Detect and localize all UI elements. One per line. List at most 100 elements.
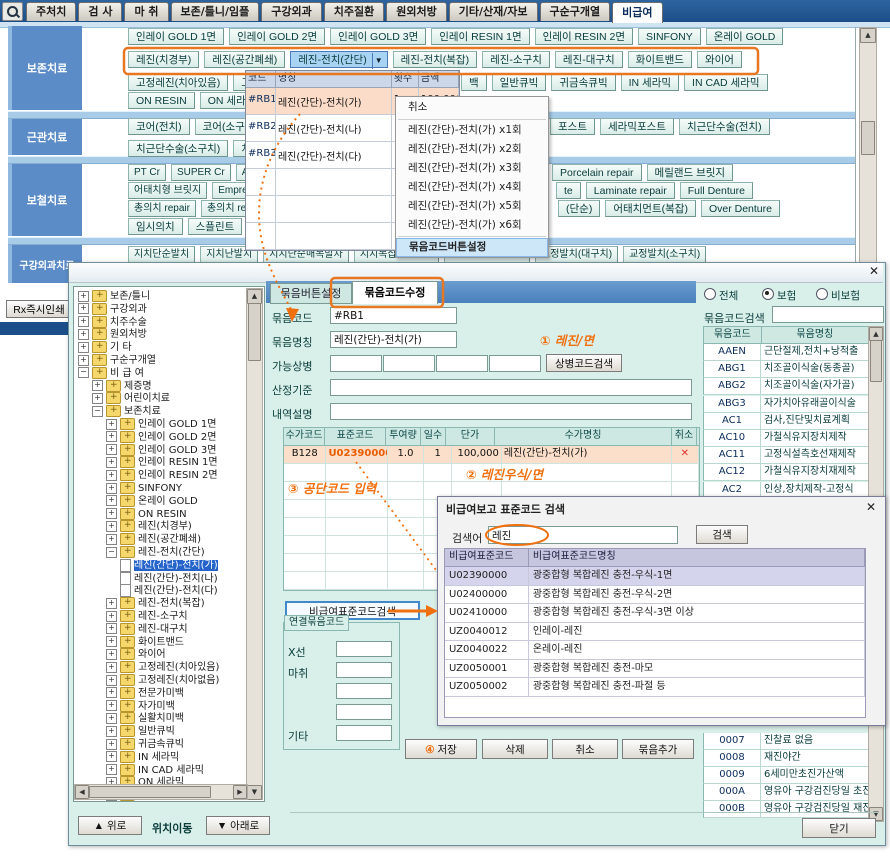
tree-item[interactable]: +와이어 [106,648,166,661]
move-down-button[interactable]: ▼ 아래로 [206,816,270,835]
scroll-left-icon[interactable]: ◀ [75,785,89,799]
etc-input[interactable] [336,725,392,741]
radio-option-보험[interactable]: 보험 [762,288,796,303]
expand-icon[interactable]: + [106,534,117,545]
treatment-button[interactable]: 치근단수술(전치) [679,118,770,135]
tree-item[interactable]: +온레이 GOLD [106,495,198,508]
tree-item[interactable]: +IN CAD 세라믹 [106,764,204,777]
treatment-button[interactable]: 인레이 GOLD 3면 [330,28,426,45]
list-item[interactable]: ABG3자가치아유래골이식술 [703,396,870,413]
tree-item[interactable]: +인레이 RESIN 1면 [106,456,218,469]
expand-icon[interactable]: + [78,355,89,366]
treatment-button[interactable]: 메릴랜드 브릿지 [647,164,734,181]
expand-icon[interactable]: + [106,611,117,622]
list-item[interactable]: 0008재진야간 [703,750,870,767]
expand-icon[interactable]: + [106,662,117,673]
main-tab-구순구개열[interactable]: 구순구개열 [540,2,611,21]
treatment-button[interactable]: Laminate repair [586,182,675,199]
expand-icon[interactable]: + [106,470,117,481]
table-row[interactable]: UZ0040022온레이-레진 [445,641,865,660]
list-item[interactable]: AC12가철식유지장치재제작 [703,464,870,481]
rx-print-button[interactable]: Rx즉시인쇄 [6,300,72,318]
list-item[interactable]: ABG2치조골이식술(자가골) [703,378,870,395]
scroll-down-icon[interactable]: ▼ [247,785,262,800]
tree-item[interactable]: +기 타 [78,341,132,354]
treatment-button[interactable]: Porcelain repair [552,164,642,181]
treatment-button[interactable]: 어태치형 브릿지 [128,182,207,199]
table-row[interactable]: U02390000광중합형 복합레진 충전-우식-1면 [445,567,865,586]
scrollbar-thumb[interactable] [248,303,261,361]
scrollbar-thumb[interactable] [861,121,875,155]
expand-icon[interactable]: + [106,713,117,724]
link-input-4[interactable] [336,704,392,720]
disease-input-1[interactable] [330,355,382,372]
calc-basis-input[interactable] [330,379,692,396]
main-tab-원외처방[interactable]: 원외처방 [386,2,446,21]
description-input[interactable] [330,403,692,420]
treatment-button[interactable]: 세라믹포스트 [600,118,674,135]
radio-option-전체[interactable]: 전체 [704,288,738,303]
dropdown-arrow-icon[interactable]: ▼ [372,53,385,69]
tree-item[interactable]: +자가미백 [106,700,175,713]
tree-item[interactable]: 레진(간단)-전치(나) [120,572,218,585]
treatment-button[interactable]: 스플린트 [188,218,243,235]
tree-item[interactable]: +화이트밴드 [106,636,184,649]
bundle-code-input[interactable] [330,307,457,324]
treatment-button[interactable]: 온레이 GOLD [706,28,784,45]
treatment-button[interactable]: IN 세라믹 [621,74,679,91]
list-item[interactable]: 000A영유아 구강검진당일 초진료 [703,784,870,801]
expand-icon[interactable]: + [106,508,117,519]
tree-item[interactable]: +일반큐빅 [106,725,175,738]
main-tab-주처치[interactable]: 주처치 [26,2,76,21]
treatment-button[interactable]: 인레이 GOLD 1면 [128,28,224,45]
collapse-icon[interactable]: − [106,547,117,558]
treatment-button[interactable]: 인레이 RESIN 1면 [431,28,529,45]
tree-item[interactable]: +인레이 GOLD 3면 [106,444,216,457]
context-menu-item[interactable]: 레진(간단)-전치(가) x1회 [396,121,548,140]
tree-item[interactable]: +어린이치료 [92,392,170,405]
treatment-button[interactable]: 교정발치(소구치) [623,246,706,263]
tree-item[interactable]: +레진-소구치 [106,610,188,623]
expand-icon[interactable]: + [106,649,117,660]
tree-item[interactable]: +치주수술 [78,316,147,329]
list-item[interactable]: 000B영유아 구강검진당일 재진료 [703,801,870,818]
list-item[interactable]: ABG1치조골이식술(동종골) [703,361,870,378]
expand-icon[interactable]: + [106,751,117,762]
main-tab-치주질환[interactable]: 치주질환 [324,2,384,21]
treatment-button[interactable]: te [556,182,581,199]
tree-item[interactable]: +고정레진(치아있음) [106,661,219,674]
main-tab-비급여[interactable]: 비급여 [612,2,662,23]
expand-icon[interactable]: + [106,419,117,430]
add-bundle-button[interactable]: 묶음추가 [622,739,694,759]
tree-item[interactable]: +레진-대구치 [106,623,188,636]
expand-icon[interactable]: + [78,329,89,340]
treatment-button[interactable]: 임시의치 [128,218,183,235]
table-row[interactable]: U02400000광중합형 복합레진 충전-우식-2면 [445,586,865,605]
tree-item[interactable]: +인레이 RESIN 2면 [106,469,218,482]
expand-icon[interactable]: + [106,675,117,686]
tree-hscrollbar[interactable]: ◀ ▶ [74,784,248,800]
treatment-button[interactable]: SINFONY [638,28,701,45]
tree-item[interactable]: +고정레진(치아없음) [106,674,219,687]
list-item[interactable]: AC11고정식설측호선재제작 [703,447,870,464]
treatment-button[interactable]: 치근단수술(소구치) [128,140,228,157]
list-item[interactable]: AC10가철식유지장치제작 [703,430,870,447]
tree-item[interactable]: +실활치미백 [106,712,184,725]
tree-item[interactable]: +전문가미백 [106,687,184,700]
window-scrollbar[interactable]: ▲ [859,27,877,264]
treatment-button[interactable]: 인레이 GOLD 2면 [229,28,325,45]
context-menu-item[interactable]: 묶음코드버튼설정 [396,238,548,257]
expand-icon[interactable]: + [106,623,117,634]
disease-code-search-button[interactable]: 상병코드검색 [546,354,622,372]
tree-item[interactable]: +레진(공간폐쇄) [106,533,201,546]
tree-item[interactable]: +구강외과 [78,303,147,316]
table-row[interactable]: UZ0040012인레이-레진 [445,623,865,642]
context-menu-item[interactable]: 레진(간단)-전치(가) x3회 [396,159,548,178]
treatment-button[interactable]: 레진-전치(간단)▼ [290,51,387,68]
collapse-icon[interactable]: − [78,367,89,378]
close-button[interactable]: 닫기 [802,818,876,838]
treatment-button[interactable]: 총의치 repair [128,200,196,217]
search-button[interactable]: 검색 [696,525,748,544]
expand-icon[interactable]: + [106,687,117,698]
dialog-titlebar[interactable]: 묶음버튼설정 [69,263,883,283]
